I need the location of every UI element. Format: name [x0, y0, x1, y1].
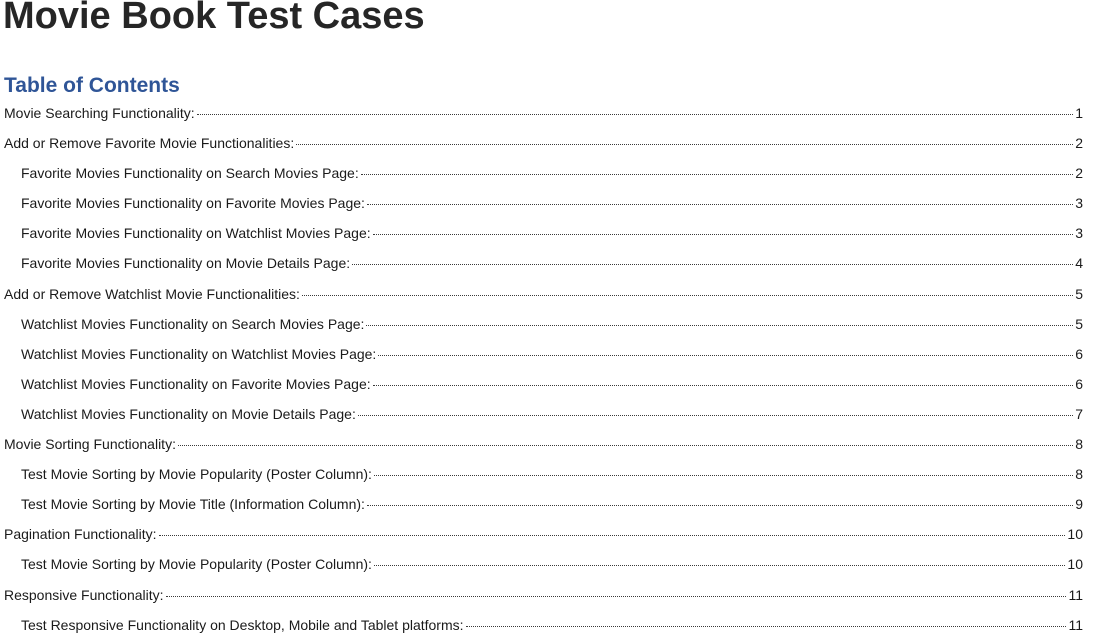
toc-page-number[interactable]: 5 [1075, 279, 1083, 309]
toc-entry-label[interactable]: Watchlist Movies Functionality on Movie … [21, 399, 356, 429]
toc-entry[interactable]: Add or Remove Watchlist Movie Functional… [0, 279, 1083, 309]
toc-entry-label[interactable]: Responsive Functionality: [4, 580, 164, 610]
toc-entry-label[interactable]: Movie Sorting Functionality: [4, 429, 176, 459]
toc-page-number[interactable]: 10 [1067, 519, 1083, 549]
toc-entry-label[interactable]: Favorite Movies Functionality on Movie D… [21, 248, 350, 278]
toc-entry[interactable]: Favorite Movies Functionality on Watchli… [0, 218, 1083, 248]
toc-entry[interactable]: Add or Remove Favorite Movie Functionali… [0, 128, 1083, 158]
toc-entry[interactable]: Pagination Functionality: 10 [0, 519, 1083, 549]
toc-page-number[interactable]: 11 [1068, 580, 1083, 610]
toc-dot-leader [378, 354, 1074, 356]
toc-entry[interactable]: Watchlist Movies Functionality on Favori… [0, 369, 1083, 399]
toc-entry[interactable]: Favorite Movies Functionality on Favorit… [0, 188, 1083, 218]
toc-entry-label[interactable]: Test Responsive Functionality on Desktop… [21, 610, 464, 640]
toc-entry-label[interactable]: Test Movie Sorting by Movie Title (Infor… [21, 489, 365, 519]
toc-entry[interactable]: Test Movie Sorting by Movie Title (Infor… [0, 489, 1083, 519]
toc-dot-leader [373, 564, 1066, 567]
toc-entry-label[interactable]: Test Movie Sorting by Movie Popularity (… [21, 459, 372, 489]
toc-dot-leader [357, 414, 1074, 416]
toc-entry-label[interactable]: Add or Remove Favorite Movie Functionali… [4, 128, 294, 158]
toc-dot-leader [165, 595, 1067, 597]
toc-dot-leader [196, 113, 1074, 115]
toc-dot-leader [158, 534, 1066, 537]
toc-entry-label[interactable]: Test Movie Sorting by Movie Popularity (… [21, 549, 372, 579]
toc-entry[interactable]: Responsive Functionality: 11 [0, 580, 1083, 610]
toc-entry-label[interactable]: Watchlist Movies Functionality on Search… [21, 309, 364, 339]
toc-page-number[interactable]: 1 [1075, 98, 1083, 128]
toc-entry[interactable]: Movie Sorting Functionality: 8 [0, 429, 1083, 459]
toc-dot-leader [465, 625, 1067, 627]
toc-page-number[interactable]: 3 [1075, 188, 1083, 218]
toc-dot-leader [352, 263, 1074, 266]
toc-page-number[interactable]: 10 [1067, 549, 1083, 579]
toc-entry-label[interactable]: Pagination Functionality: [4, 519, 157, 549]
toc-dot-leader [366, 504, 1074, 507]
toc-page-number[interactable]: 8 [1075, 459, 1083, 489]
toc-page-number[interactable]: 3 [1075, 218, 1083, 248]
toc-entry[interactable]: Watchlist Movies Functionality on Search… [0, 309, 1083, 339]
toc-page-number[interactable]: 7 [1075, 399, 1083, 429]
toc-dot-leader [296, 143, 1074, 146]
toc-entry[interactable]: Movie Searching Functionality: 1 [0, 98, 1083, 128]
toc-entry-label[interactable]: Watchlist Movies Functionality on Watchl… [21, 339, 376, 369]
toc-page-number[interactable]: 2 [1075, 158, 1083, 188]
toc-dot-leader [366, 203, 1074, 206]
toc-entry-label[interactable]: Favorite Movies Functionality on Favorit… [21, 188, 365, 218]
toc-entry[interactable]: Favorite Movies Functionality on Search … [0, 158, 1083, 188]
toc-list: Movie Searching Functionality: 1 Add or Re… [0, 98, 1083, 640]
toc-entry[interactable]: Test Movie Sorting by Movie Popularity (… [0, 459, 1083, 489]
document-title: Movie Book Test Cases [3, 0, 425, 37]
toc-entry-label[interactable]: Favorite Movies Functionality on Search … [21, 158, 359, 188]
toc-dot-leader [373, 474, 1074, 477]
toc-entry[interactable]: Favorite Movies Functionality on Movie D… [0, 248, 1083, 278]
toc-entry-label[interactable]: Watchlist Movies Functionality on Favori… [21, 369, 371, 399]
toc-dot-leader [372, 233, 1074, 236]
toc-entry[interactable]: Watchlist Movies Functionality on Movie … [0, 399, 1083, 429]
toc-entry[interactable]: Watchlist Movies Functionality on Watchl… [0, 339, 1083, 369]
toc-entry[interactable]: Test Responsive Functionality on Desktop… [0, 610, 1083, 640]
toc-page-number[interactable]: 5 [1075, 309, 1083, 339]
toc-entry[interactable]: Test Movie Sorting by Movie Popularity (… [0, 549, 1083, 579]
toc-page-number[interactable]: 4 [1075, 248, 1083, 278]
toc-dot-leader [177, 444, 1074, 447]
toc-dot-leader [366, 324, 1074, 326]
toc-page-number[interactable]: 8 [1075, 429, 1083, 459]
toc-page-number[interactable]: 11 [1068, 610, 1083, 640]
toc-page-number[interactable]: 6 [1075, 369, 1083, 399]
toc-dot-leader [301, 294, 1074, 296]
toc-entry-label[interactable]: Favorite Movies Functionality on Watchli… [21, 218, 371, 248]
toc-entry-label[interactable]: Add or Remove Watchlist Movie Functional… [4, 279, 300, 309]
toc-dot-leader [360, 173, 1074, 176]
toc-page-number[interactable]: 6 [1075, 339, 1083, 369]
toc-dot-leader [372, 384, 1074, 386]
toc-page-number[interactable]: 9 [1075, 489, 1083, 519]
toc-heading: Table of Contents [4, 74, 180, 97]
toc-page-number[interactable]: 2 [1075, 128, 1083, 158]
toc-entry-label[interactable]: Movie Searching Functionality: [4, 98, 195, 128]
